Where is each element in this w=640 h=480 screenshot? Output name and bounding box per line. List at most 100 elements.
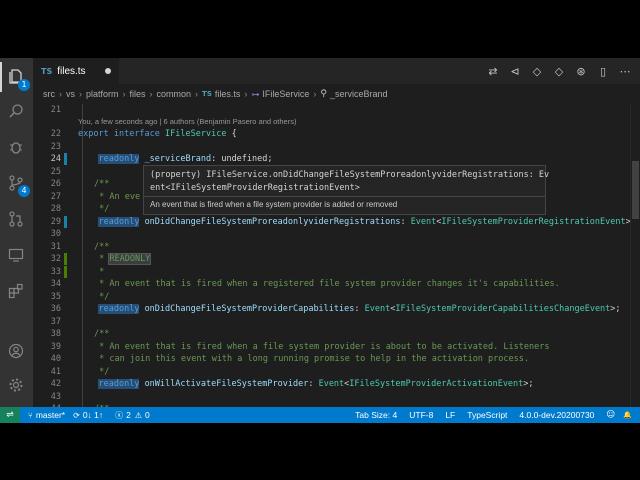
code-line: * An eve <box>94 192 141 202</box>
line-number: 23 <box>50 142 61 152</box>
explorer-badge: 1 <box>18 79 30 91</box>
line-number: 29 <box>50 217 61 227</box>
code-line: export interface IFileService { <box>78 129 237 139</box>
encoding-indicator[interactable]: UTF-8 <box>409 410 433 420</box>
line-number: 37 <box>50 317 61 327</box>
code-line: readonly onWillActivateFileSystemProvide… <box>98 379 534 389</box>
property-symbol-icon: ⚲ <box>320 89 327 99</box>
branch-indicator[interactable]: ⑂ master* <box>28 410 65 420</box>
previous-change-icon[interactable]: ◇ <box>526 65 548 78</box>
feedback-icon[interactable]: ☺ <box>606 410 615 420</box>
line-number: 40 <box>50 354 61 364</box>
notifications-bell-icon[interactable]: 🔔 <box>623 411 632 419</box>
line-number: 42 <box>50 379 61 389</box>
breadcrumb-property[interactable]: _serviceBrand <box>330 89 388 99</box>
code-line: * An event that is fired when a file sys… <box>94 342 550 352</box>
remote-explorer-icon[interactable] <box>5 244 27 266</box>
error-icon: ⓧ <box>115 410 124 420</box>
vertical-scrollbar[interactable] <box>630 104 640 407</box>
code-line: readonly _serviceBrand: undefined; <box>98 154 273 164</box>
code-line: */ <box>94 204 110 214</box>
unsaved-dot-icon[interactable] <box>105 68 111 74</box>
git-branch-icon: ⑂ <box>28 410 33 420</box>
breadcrumb-item[interactable]: src <box>43 89 55 99</box>
code-line: * An event that is fired when a register… <box>94 279 560 289</box>
source-control-badge: 4 <box>18 185 30 197</box>
line-number: 24 <box>50 154 61 164</box>
breadcrumb-item[interactable]: common <box>157 89 192 99</box>
chevron-right-icon: › <box>79 89 82 99</box>
tab-size-indicator[interactable]: Tab Size: 4 <box>355 410 397 420</box>
language-mode-indicator[interactable]: TypeScript <box>467 410 507 420</box>
git-blame-codelens[interactable]: You, a few seconds ago | 6 authors (Benj… <box>78 116 296 128</box>
remote-indicator-icon[interactable]: ⇌ <box>0 407 20 423</box>
code-line: * <box>94 267 105 277</box>
chevron-right-icon: › <box>244 89 248 99</box>
scrollbar-thumb[interactable] <box>632 161 639 219</box>
selection-highlight: readonly <box>98 217 140 227</box>
typescript-file-icon: TS <box>202 90 212 98</box>
split-editor-icon[interactable]: ▯ <box>592 65 614 78</box>
editor-tab-bar: TS files.ts ⇄ ⊲ ◇ ◇ ⊛ ▯ ⋯ <box>33 58 640 84</box>
line-number: 27 <box>50 192 61 202</box>
account-icon[interactable] <box>5 340 27 362</box>
more-actions-icon[interactable]: ⋯ <box>614 65 636 78</box>
typescript-file-icon: TS <box>41 66 53 76</box>
code-line: */ <box>94 292 110 302</box>
search-icon[interactable] <box>5 100 27 122</box>
line-number: 26 <box>50 179 61 189</box>
breadcrumb-interface[interactable]: IFileService <box>262 89 309 99</box>
selection-highlight: readonly <box>98 379 140 389</box>
code-line: readonly onDidChangeFileSystemProreadonl… <box>98 217 636 227</box>
code-line: readonly onDidChangeFileSystemProviderCa… <box>98 304 621 314</box>
line-number: 39 <box>50 342 61 352</box>
warning-icon: ⚠ <box>134 410 143 420</box>
open-changes-icon[interactable]: ⇄ <box>482 65 504 78</box>
sync-indicator[interactable]: ⟳ 0↓ 1↑ <box>73 410 103 420</box>
code-editor[interactable]: 21 You, a few seconds ago | 6 authors (B… <box>33 104 640 407</box>
breadcrumb-file[interactable]: files.ts <box>215 89 241 99</box>
code-line: */ <box>94 367 110 377</box>
selection-highlight: readonly <box>98 304 140 314</box>
line-number: 43 <box>50 392 61 402</box>
code-line: * can join this event with a long runnin… <box>94 354 529 364</box>
tab-label: files.ts <box>57 65 86 77</box>
source-control-icon[interactable]: 4 <box>5 172 30 197</box>
line-number: 22 <box>50 129 61 139</box>
explorer-icon[interactable]: 1 <box>5 66 30 91</box>
line-number: 21 <box>50 105 61 115</box>
breadcrumb: src › vs › platform › files › common › TS file… <box>33 84 640 104</box>
status-right: Tab Size: 4 UTF-8 LF TypeScript 4.0.0-de… <box>355 407 640 423</box>
breadcrumb-item[interactable]: files <box>130 89 146 99</box>
code-line: /** <box>94 179 110 189</box>
line-number: 28 <box>50 204 61 214</box>
pull-request-icon[interactable] <box>5 208 27 230</box>
vscode-window: 1 4 TS files.ts ⇄ ⊲ ◇ ◇ ⊛ ▯ ⋯ src › vs ›… <box>0 58 640 423</box>
settings-gear-icon[interactable] <box>5 374 27 396</box>
problems-indicator[interactable]: ⓧ 2 ⚠ 0 <box>115 410 150 421</box>
hover-signature: (property) IFileService.onDidChangeFileS… <box>150 170 550 193</box>
line-number: 35 <box>50 292 61 302</box>
sync-icon: ⟳ <box>73 410 80 420</box>
git-lens-icon[interactable]: ⊛ <box>570 65 592 78</box>
selection-highlight: readonly <box>98 154 140 164</box>
line-number: 41 <box>50 367 61 377</box>
debug-icon[interactable] <box>5 136 27 158</box>
code-line: /** <box>94 242 110 252</box>
chevron-right-icon: › <box>122 89 126 99</box>
chevron-right-icon: › <box>149 89 153 99</box>
breadcrumb-item[interactable]: platform <box>86 89 119 99</box>
chevron-right-icon: › <box>195 89 199 99</box>
chevron-right-icon: › <box>313 89 317 99</box>
next-change-icon[interactable]: ◇ <box>548 65 570 78</box>
typescript-version-indicator[interactable]: 4.0.0-dev.20200730 <box>519 410 594 420</box>
line-number: 31 <box>50 242 61 252</box>
go-back-icon[interactable]: ⊲ <box>504 65 526 78</box>
tab-files-ts[interactable]: TS files.ts <box>33 58 119 84</box>
word-highlight: READONLY <box>108 253 152 265</box>
eol-indicator[interactable]: LF <box>445 410 455 420</box>
extensions-icon[interactable] <box>5 280 27 302</box>
line-number: 30 <box>50 229 61 239</box>
hover-divider <box>144 196 545 197</box>
breadcrumb-item[interactable]: vs <box>66 89 75 99</box>
